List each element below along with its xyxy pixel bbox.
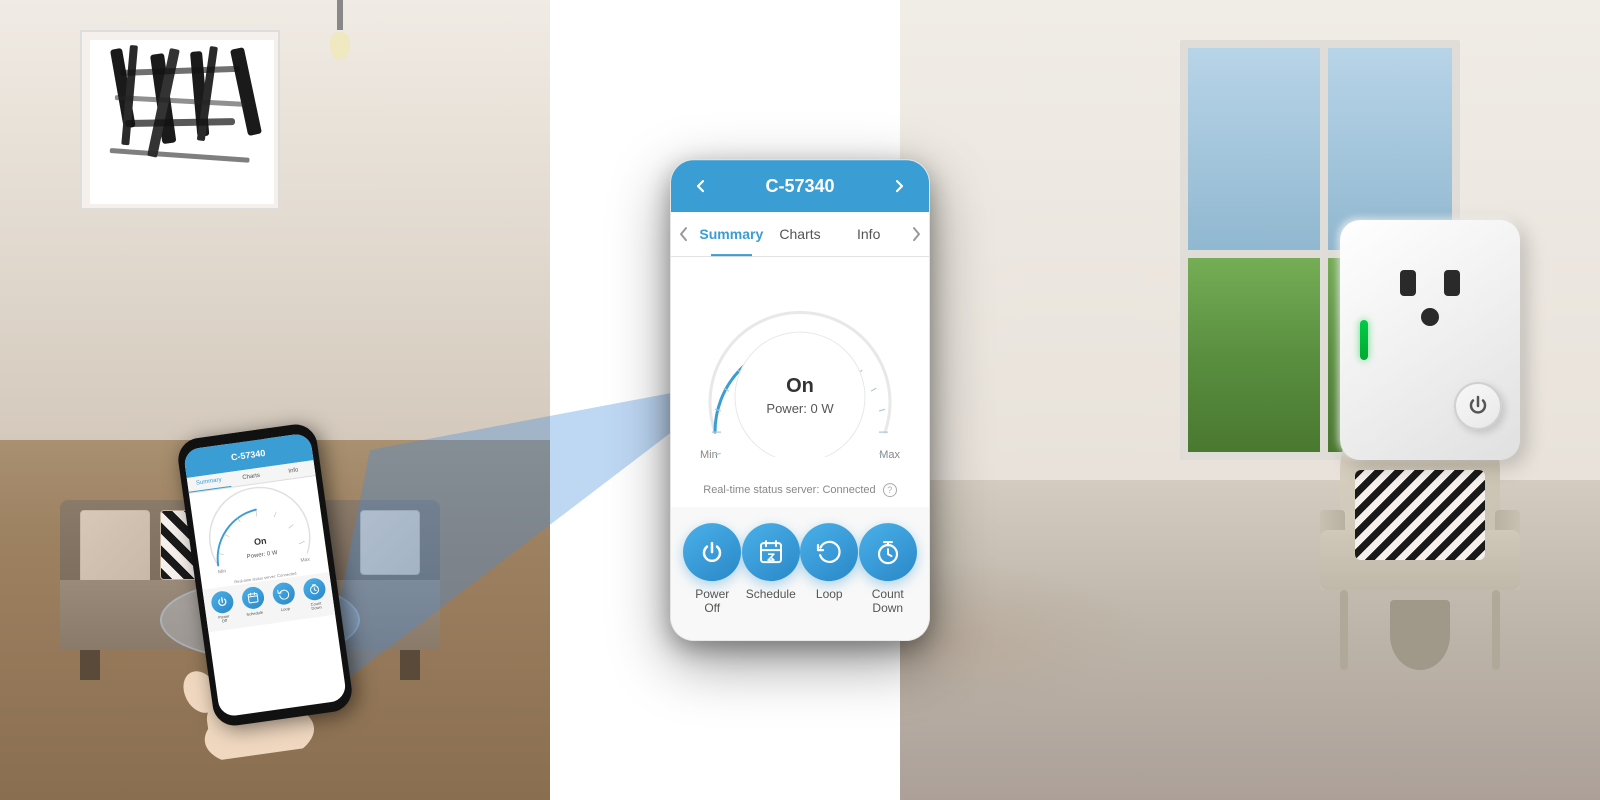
chair-pillow (1355, 470, 1485, 560)
tab-bar: Summary Charts Info (671, 212, 929, 257)
svg-text:Min: Min (218, 568, 227, 575)
forward-button[interactable] (885, 172, 913, 200)
phone-small-btn-loop[interactable]: Loop (271, 581, 297, 617)
plug-power-button[interactable] (1454, 382, 1502, 430)
tab-summary[interactable]: Summary (697, 212, 766, 256)
realtime-status-bar: Real-time status server: Connected ? (671, 479, 929, 507)
svg-text:Power: 0 W: Power: 0 W (766, 401, 834, 416)
smart-plug-device (1320, 200, 1540, 480)
status-text: Real-time status server: Connected (703, 484, 875, 496)
loop-icon-circle (800, 523, 858, 581)
ceiling-light (320, 0, 360, 60)
device-title: C-57340 (715, 176, 885, 197)
countdown-button[interactable]: CountDown (859, 523, 917, 616)
background-right-room (900, 0, 1600, 800)
phone-small-btn-countdown[interactable]: CountDown (302, 577, 328, 613)
svg-text:Max: Max (300, 557, 311, 564)
led-indicator (1360, 320, 1368, 360)
info-icon[interactable]: ? (883, 483, 897, 497)
svg-text:On: On (253, 536, 267, 548)
phone-main-ui: C-57340 Summary Charts Info (670, 159, 930, 641)
power-off-button[interactable]: PowerOff (683, 523, 741, 616)
back-button[interactable] (687, 172, 715, 200)
loop-label: Loop (816, 587, 843, 601)
tab-info[interactable]: Info (834, 212, 903, 256)
phone-small-title: C-57340 (230, 448, 266, 463)
phone-header: C-57340 (671, 160, 929, 212)
schedule-button[interactable]: Schedule (742, 523, 800, 616)
tab-charts[interactable]: Charts (766, 212, 835, 256)
svg-text:On: On (786, 375, 814, 397)
wall-artwork (80, 30, 280, 210)
tab-nav-forward[interactable] (903, 212, 929, 256)
svg-text:Power: 0 W: Power: 0 W (246, 550, 278, 560)
loop-button[interactable]: Loop (800, 523, 858, 616)
phone-small-btn-power[interactable]: PowerOff (209, 590, 235, 626)
power-off-label: PowerOff (695, 587, 729, 616)
power-gauge: On Power: 0 W (690, 277, 910, 457)
tab-nav-back[interactable] (671, 212, 697, 256)
gauge-section: On Power: 0 W Min Max (671, 257, 929, 479)
countdown-label: CountDown (872, 587, 904, 616)
action-buttons-row: PowerOff Schedule (671, 507, 929, 640)
power-off-icon-circle (683, 523, 741, 581)
phone-small-btn-schedule[interactable]: Schedule (240, 586, 266, 622)
schedule-icon-circle (742, 523, 800, 581)
countdown-icon-circle (859, 523, 917, 581)
schedule-label: Schedule (746, 587, 796, 601)
